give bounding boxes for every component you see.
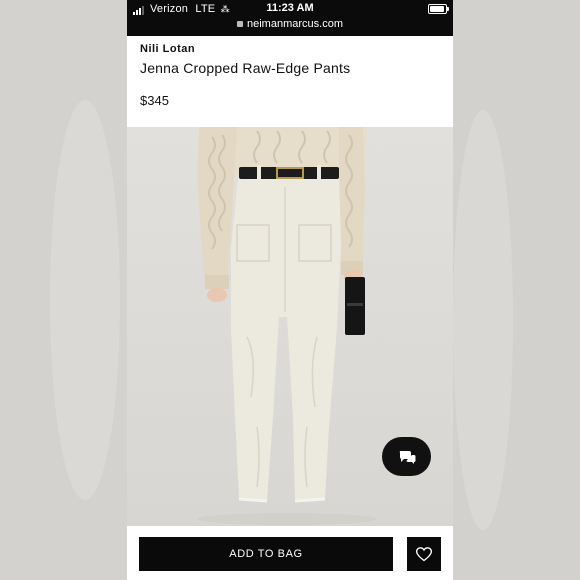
product-brand[interactable]: Nili Lotan — [140, 43, 195, 55]
address-bar[interactable]: neimanmarcus.com — [127, 18, 453, 30]
chat-bubbles-icon — [399, 450, 415, 464]
heart-icon — [416, 546, 432, 561]
add-to-bag-button[interactable]: ADD TO BAG — [139, 537, 393, 571]
background-right — [453, 0, 580, 580]
wishlist-button[interactable] — [407, 537, 441, 571]
phone-screen: Verizon LTE ⁂ 11:23 AM neimanmarcus.com … — [127, 0, 453, 580]
chat-button[interactable] — [382, 437, 431, 476]
product-title: Jenna Cropped Raw-Edge Pants — [140, 60, 351, 76]
battery-icon — [428, 4, 449, 14]
background-right-blur — [453, 0, 580, 580]
background-left — [0, 0, 127, 580]
status-bar: Verizon LTE ⁂ 11:23 AM neimanmarcus.com — [127, 0, 453, 36]
lock-icon — [237, 21, 243, 27]
url-text: neimanmarcus.com — [247, 18, 343, 30]
product-price: $345 — [140, 93, 169, 108]
background-left-blur — [0, 0, 127, 580]
product-image[interactable] — [127, 127, 453, 526]
status-time: 11:23 AM — [266, 2, 314, 14]
battery-fill — [430, 6, 444, 12]
